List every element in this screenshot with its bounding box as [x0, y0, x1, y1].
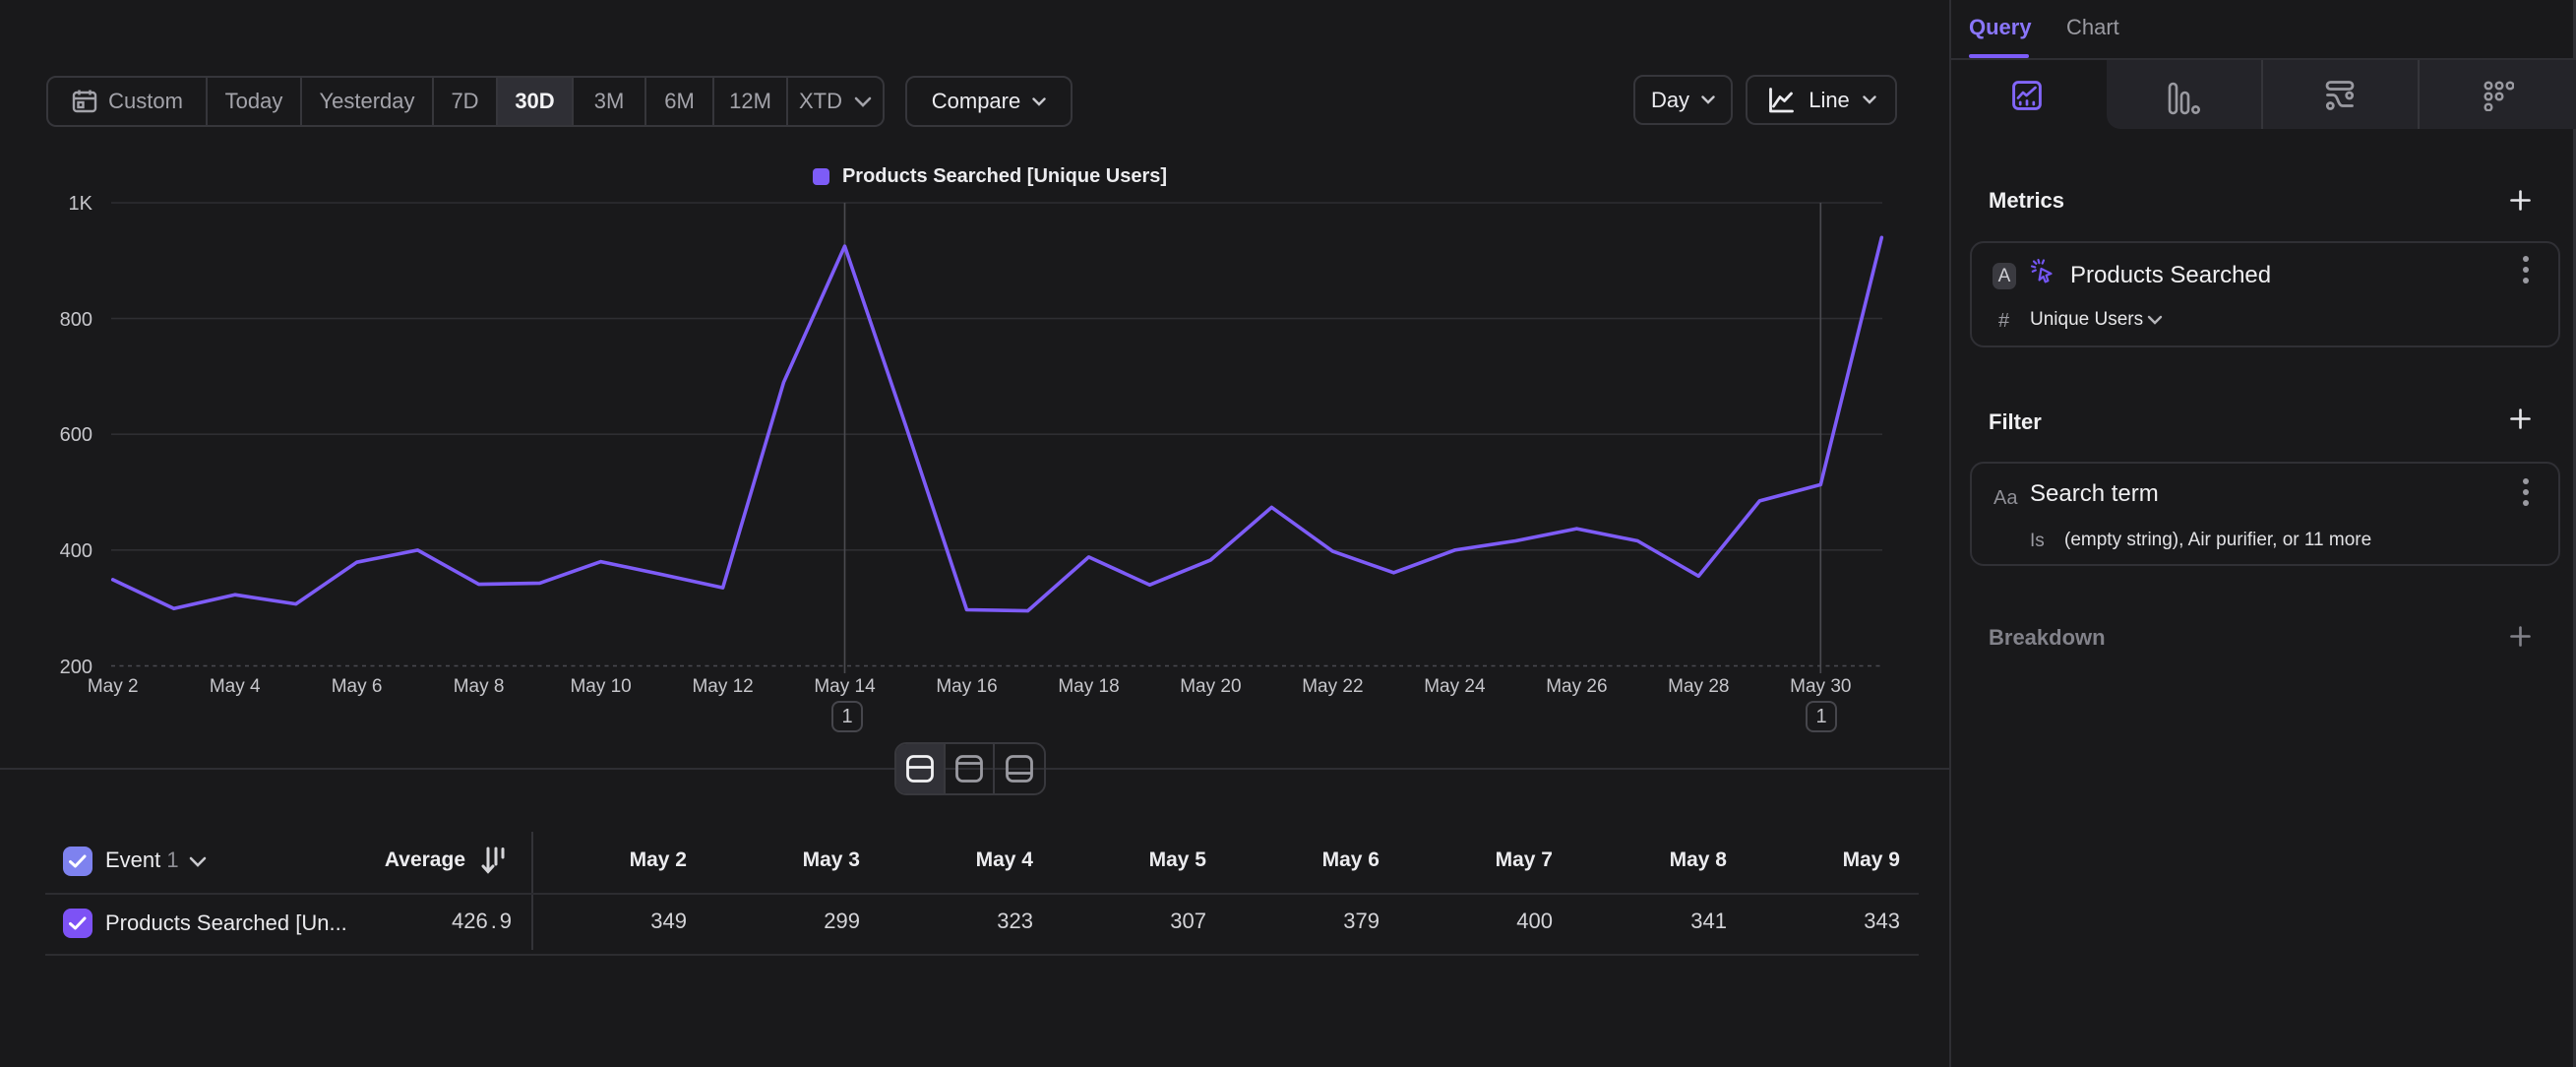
svg-text:May 8: May 8 [454, 676, 505, 697]
svg-text:1K: 1K [69, 193, 93, 215]
svg-text:May 6: May 6 [332, 676, 383, 697]
svg-text:May 10: May 10 [570, 676, 631, 697]
svg-text:May 14: May 14 [814, 676, 876, 697]
svg-text:800: 800 [60, 309, 92, 331]
svg-text:May 24: May 24 [1424, 676, 1486, 697]
svg-text:May 20: May 20 [1180, 676, 1241, 697]
svg-text:May 2: May 2 [88, 676, 139, 697]
svg-text:200: 200 [60, 657, 92, 678]
svg-text:May 30: May 30 [1790, 676, 1851, 697]
svg-text:400: 400 [60, 540, 92, 562]
svg-text:May 28: May 28 [1668, 676, 1729, 697]
svg-text:May 16: May 16 [936, 676, 997, 697]
svg-text:May 18: May 18 [1058, 676, 1119, 697]
svg-text:May 26: May 26 [1546, 676, 1607, 697]
svg-text:May 4: May 4 [210, 676, 261, 697]
svg-text:May 12: May 12 [692, 676, 753, 697]
svg-text:May 22: May 22 [1302, 676, 1363, 697]
svg-text:600: 600 [60, 424, 92, 446]
